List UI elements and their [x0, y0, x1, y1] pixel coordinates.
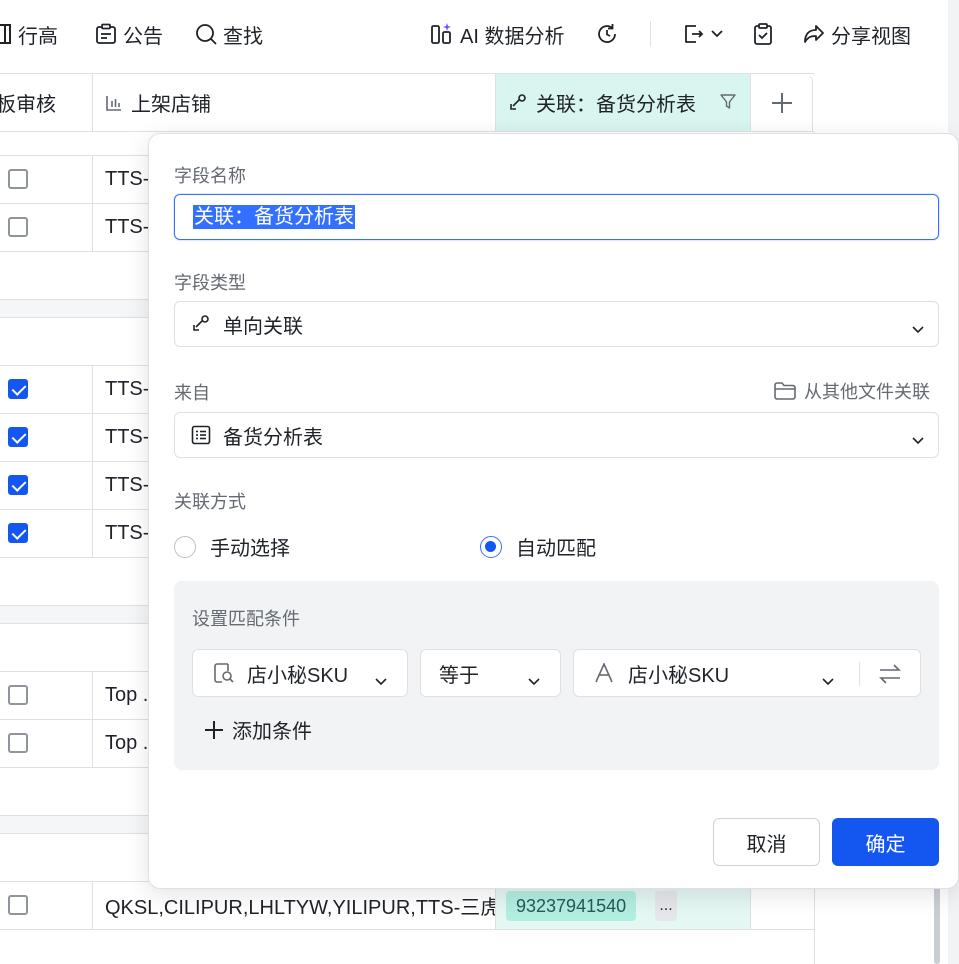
add-condition-button[interactable]: 添加条件	[204, 715, 312, 744]
conditions-title: 设置匹配条件	[192, 609, 300, 629]
cancel-button[interactable]: 取消	[713, 818, 820, 866]
review-checkbox[interactable]	[8, 523, 28, 543]
folder-icon	[774, 382, 796, 400]
search-icon	[195, 23, 217, 45]
field-type-label: 字段类型	[174, 273, 246, 293]
column-header-label: 关联：备货分析表	[536, 94, 696, 116]
match-conditions-panel: 设置匹配条件 店小秘SKU 等于 店小秘SKU 添加条件	[174, 581, 939, 770]
radio-manual-label: 手动选择	[210, 538, 290, 560]
link-other-file-button[interactable]: 从其他文件关联	[774, 378, 930, 404]
add-column-button[interactable]	[751, 74, 813, 131]
toolbar-divider	[650, 21, 651, 47]
clipboard-check-icon	[752, 22, 774, 46]
share-icon	[803, 23, 825, 45]
announcement-label: 公告	[123, 25, 163, 48]
review-checkbox[interactable]	[8, 733, 28, 753]
field-name-value: 关联：备货分析表	[193, 205, 355, 229]
field-name-input[interactable]: 关联：备货分析表	[174, 194, 939, 240]
ai-analysis-button[interactable]: AI 数据分析	[430, 18, 564, 50]
column-header-label: 上架店铺	[131, 94, 211, 116]
chevron-down-icon	[912, 317, 924, 340]
search-button[interactable]: 查找	[195, 18, 263, 50]
announcement-button[interactable]: 公告	[95, 18, 163, 50]
plus-icon	[204, 720, 224, 740]
condition-operator-select[interactable]: 等于	[420, 649, 561, 697]
chevron-down-icon	[375, 669, 387, 692]
link-field-icon	[508, 93, 528, 113]
search-label: 查找	[223, 25, 263, 48]
swap-divider	[859, 662, 860, 686]
announcement-icon	[95, 23, 117, 45]
condition-right-field-select[interactable]: 店小秘SKU	[573, 649, 921, 697]
grid-header: 板审核 上架店铺 关联：备货分析表	[0, 73, 814, 132]
radio-auto-label: 自动匹配	[516, 538, 596, 560]
export-icon	[681, 22, 705, 46]
share-view-label: 分享视图	[831, 25, 911, 48]
search-document-icon	[213, 662, 235, 684]
field-type-select[interactable]: 单向关联	[174, 301, 939, 347]
review-checkbox[interactable]	[8, 379, 28, 399]
review-checkbox[interactable]	[8, 895, 28, 915]
row-height-label: 行高	[18, 25, 58, 48]
review-checkbox[interactable]	[8, 169, 28, 189]
left-field-value: 店小秘SKU	[247, 664, 349, 687]
linked-record-tag[interactable]: 93237941540	[506, 891, 637, 921]
link-mode-label: 关联方式	[174, 492, 246, 512]
chevron-down-icon	[528, 669, 540, 692]
chevron-down-icon	[912, 428, 924, 451]
column-header-review[interactable]: 板审核	[0, 74, 93, 131]
plus-icon	[771, 92, 793, 114]
more-records-button[interactable]: ...	[655, 891, 677, 921]
radio-auto-match[interactable]: 自动匹配	[480, 532, 596, 561]
source-table-select[interactable]: 备货分析表	[174, 412, 939, 458]
radio-manual-select[interactable]: 手动选择	[174, 532, 290, 561]
row-height-icon	[0, 23, 12, 45]
column-header-link[interactable]: 关联：备货分析表	[496, 74, 751, 131]
row-height-button[interactable]: 行高	[0, 18, 58, 50]
operator-value: 等于	[439, 664, 479, 687]
radio-circle-selected	[480, 535, 502, 558]
swap-icon[interactable]	[878, 663, 902, 685]
confirm-button[interactable]: 确定	[832, 818, 939, 866]
export-button[interactable]	[681, 18, 723, 50]
link-cell[interactable]: 93237941540 ...	[496, 882, 751, 929]
link-field-icon	[189, 312, 213, 336]
chevron-down-icon	[822, 669, 834, 692]
condition-left-field-select[interactable]: 店小秘SKU	[192, 649, 408, 697]
review-checkbox[interactable]	[8, 217, 28, 237]
field-name-label: 字段名称	[174, 166, 246, 186]
column-header-shop[interactable]: 上架店铺	[93, 74, 496, 131]
ai-sparkle-icon	[430, 22, 454, 46]
share-view-button[interactable]: 分享视图	[803, 18, 911, 50]
right-field-value: 店小秘SKU	[628, 664, 730, 687]
bar-chart-icon	[105, 94, 123, 112]
from-label: 来自	[174, 383, 210, 403]
history-button[interactable]	[595, 18, 619, 50]
source-table-value: 备货分析表	[223, 426, 323, 449]
radio-circle	[174, 535, 196, 558]
review-checkbox[interactable]	[8, 427, 28, 447]
field-settings-dialog: 字段名称 关联：备货分析表 字段类型 单向关联 来自 从其他文件关联 备货分析表…	[148, 133, 959, 889]
add-condition-label: 添加条件	[232, 721, 312, 743]
shop-cell[interactable]: QKSL,CILIPUR,LHLTYW,YILIPUR,TTS-三虎	[93, 882, 496, 929]
clipboard-button[interactable]	[752, 18, 774, 50]
text-field-icon	[594, 663, 614, 683]
table-row[interactable]: QKSL,CILIPUR,LHLTYW,YILIPUR,TTS-三虎 93237…	[0, 882, 814, 930]
ai-analysis-label: AI 数据分析	[460, 25, 565, 48]
history-icon	[595, 22, 619, 46]
toolbar: 行高 公告 查找 AI 数据分析 分享视图	[0, 0, 959, 68]
table-icon	[189, 423, 213, 447]
column-header-label: 板审核	[0, 94, 56, 116]
filter-icon	[720, 94, 736, 110]
link-other-file-label: 从其他文件关联	[804, 382, 930, 402]
review-checkbox[interactable]	[8, 685, 28, 705]
review-checkbox[interactable]	[8, 475, 28, 495]
chevron-down-icon	[711, 30, 723, 38]
field-type-value: 单向关联	[223, 315, 303, 338]
